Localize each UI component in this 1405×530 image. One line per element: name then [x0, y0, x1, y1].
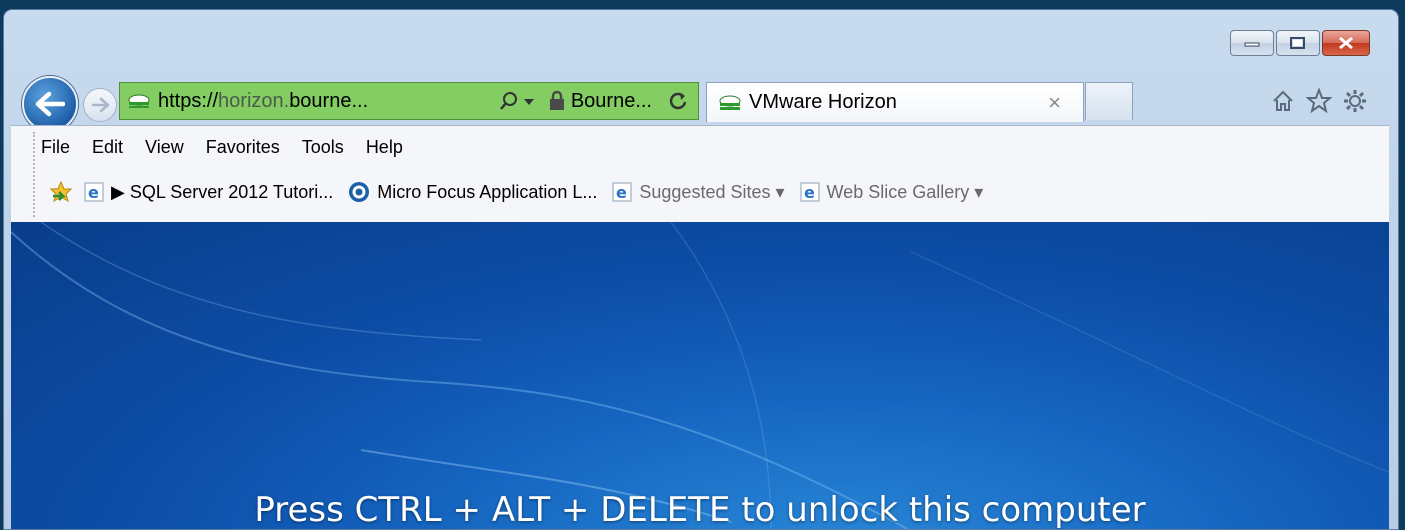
- minimize-icon: [1244, 42, 1260, 47]
- vmware-horizon-favicon: [719, 95, 741, 110]
- tab-vmware-horizon[interactable]: VMware Horizon ×: [706, 82, 1084, 122]
- close-icon: [1339, 36, 1353, 50]
- svg-text:e: e: [616, 183, 627, 202]
- back-button[interactable]: [22, 76, 78, 132]
- url-domain: bourne...: [289, 89, 369, 112]
- url-text[interactable]: https://horizon.bourne...: [158, 90, 368, 113]
- microfocus-icon: [347, 180, 371, 204]
- gear-icon[interactable]: [1342, 88, 1368, 114]
- lock-icon[interactable]: [547, 90, 567, 112]
- favorites-item-micro-focus[interactable]: Micro Focus Application L...: [347, 180, 597, 204]
- tab-close-icon[interactable]: ×: [1048, 90, 1061, 116]
- command-area: File Edit View Favorites Tools Help e ▶ …: [11, 125, 1389, 223]
- ie-icon: e: [611, 181, 633, 203]
- remote-desktop-view[interactable]: Press CTRL + ALT + DELETE to unlock this…: [11, 222, 1389, 530]
- address-tools: Bourne...: [499, 90, 688, 113]
- forward-arrow-icon: [91, 97, 110, 113]
- favorites-item-label: Suggested Sites ▾: [639, 181, 785, 202]
- address-bar[interactable]: https://horizon.bourne... Bourne...: [119, 82, 699, 120]
- window-caption-buttons: [1230, 30, 1370, 56]
- maximize-icon: [1290, 37, 1305, 49]
- menu-tools[interactable]: Tools: [302, 137, 344, 158]
- favorites-bar: e ▶ SQL Server 2012 Tutori... Micro Focu…: [49, 172, 997, 212]
- menu-view[interactable]: View: [145, 137, 184, 158]
- favorites-item-web-slice-gallery[interactable]: e Web Slice Gallery ▾: [799, 181, 984, 203]
- favorites-star-icon[interactable]: [1306, 88, 1332, 114]
- menu-edit[interactable]: Edit: [92, 137, 123, 158]
- tab-title: VMware Horizon: [749, 91, 897, 113]
- new-tab-button[interactable]: [1085, 82, 1133, 120]
- add-to-favorites-button[interactable]: [49, 181, 73, 203]
- favorites-item-label: Web Slice Gallery ▾: [826, 181, 984, 202]
- toolbar-grip[interactable]: [33, 132, 35, 217]
- favorites-item-sql-server[interactable]: e ▶ SQL Server 2012 Tutori...: [83, 181, 333, 203]
- menu-help[interactable]: Help: [366, 137, 403, 158]
- unlock-instruction-text: Press CTRL + ALT + DELETE to unlock this…: [254, 490, 1146, 530]
- back-arrow-icon: [35, 91, 65, 117]
- wallpaper-swirl-decoration: [11, 222, 1389, 529]
- svg-text:e: e: [88, 183, 99, 202]
- maximize-button[interactable]: [1276, 30, 1320, 56]
- dropdown-arrow-icon[interactable]: [523, 95, 535, 107]
- home-icon[interactable]: [1270, 88, 1296, 114]
- menu-favorites[interactable]: Favorites: [206, 137, 280, 158]
- browser-toolbar-icons: [1270, 88, 1368, 114]
- svg-text:e: e: [804, 183, 815, 202]
- ie-icon: e: [83, 181, 105, 203]
- favorites-item-label: ▶ SQL Server 2012 Tutori...: [111, 181, 334, 202]
- add-favorite-star-icon: [49, 181, 73, 203]
- favorites-item-suggested-sites[interactable]: e Suggested Sites ▾: [611, 181, 785, 203]
- ie-icon: e: [799, 181, 821, 203]
- menu-file[interactable]: File: [41, 137, 70, 158]
- search-icon[interactable]: [499, 91, 519, 111]
- menu-bar: File Edit View Favorites Tools Help: [41, 128, 425, 166]
- browser-window: https://horizon.bourne... Bourne... VMwa…: [3, 9, 1399, 530]
- url-subdomain: horizon.: [218, 89, 290, 112]
- site-identity[interactable]: Bourne...: [571, 90, 652, 113]
- favorites-item-label: Micro Focus Application L...: [377, 181, 598, 202]
- forward-button[interactable]: [83, 88, 117, 122]
- close-button[interactable]: [1322, 30, 1370, 56]
- minimize-button[interactable]: [1230, 30, 1274, 56]
- refresh-icon[interactable]: [668, 91, 688, 111]
- vmware-horizon-favicon: [128, 94, 150, 108]
- url-scheme: https://: [158, 89, 219, 112]
